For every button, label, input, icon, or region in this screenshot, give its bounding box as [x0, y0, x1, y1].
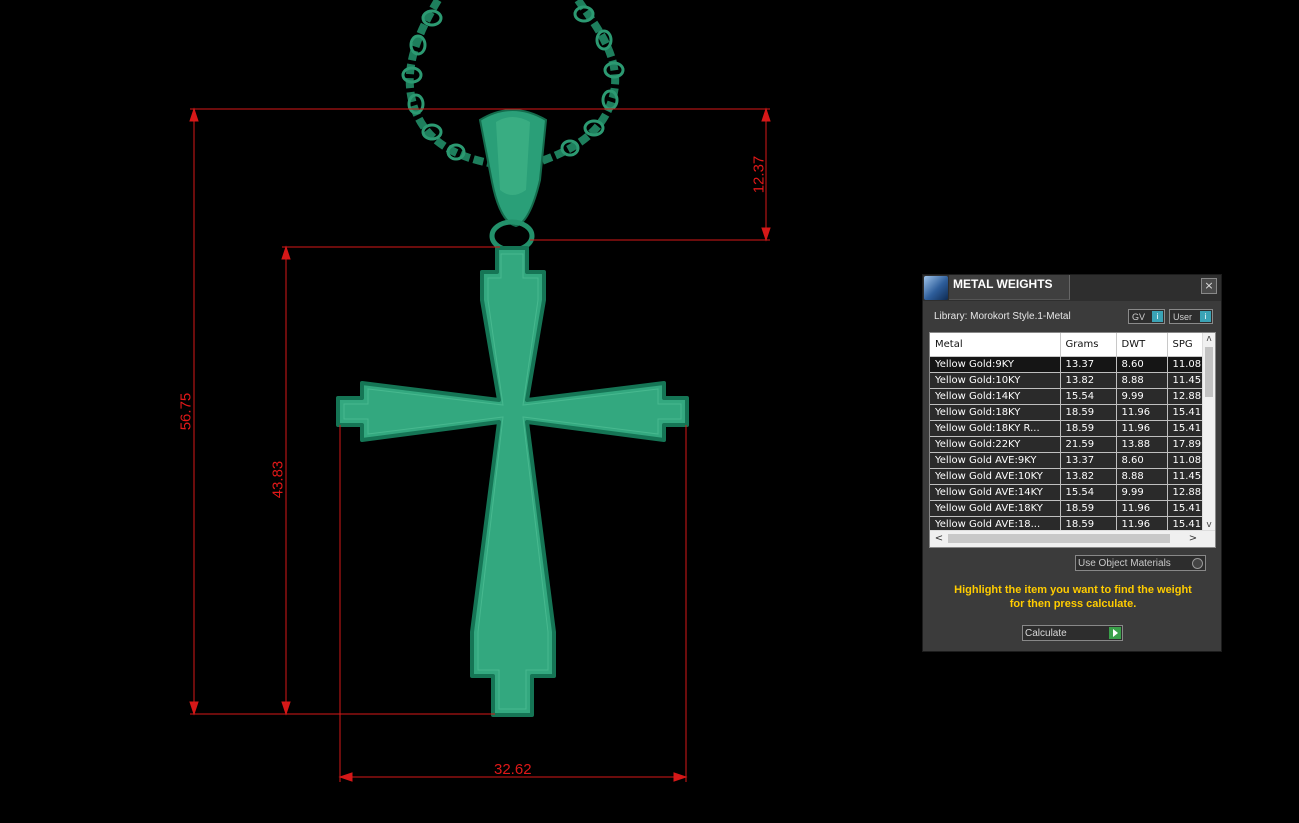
table-row[interactable]: Yellow Gold:14KY 15.54 9.99 12.88: [930, 388, 1208, 405]
metal-table-container: Metal Grams DWT SPG Yellow Gold:9KY 13.37…: [929, 332, 1216, 548]
table-row[interactable]: Yellow Gold:9KY 13.37 8.60 11.08: [930, 356, 1208, 373]
column-header-grams[interactable]: Grams: [1060, 333, 1117, 357]
app-logo-icon: [924, 276, 948, 300]
dwt-cell: 8.60: [1116, 452, 1168, 469]
gv-info-icon: i: [1152, 311, 1163, 322]
calculate-label: Calculate: [1025, 628, 1067, 639]
table-row[interactable]: Yellow Gold AVE:9KY 13.37 8.60 11.08: [930, 452, 1208, 469]
bail-height-label: 12.37: [750, 155, 768, 194]
gv-label: GV: [1132, 312, 1146, 322]
metal-cell: Yellow Gold:18KY: [930, 404, 1061, 421]
metal-cell: Yellow Gold:18KY R...: [930, 420, 1061, 437]
table-row[interactable]: Yellow Gold:10KY 13.82 8.88 11.45: [930, 372, 1208, 389]
spg-cell: 11.45: [1167, 468, 1208, 485]
dwt-cell: 9.99: [1116, 388, 1168, 405]
metal-cell: Yellow Gold:22KY: [930, 436, 1061, 453]
horizontal-scroll-thumb[interactable]: [948, 534, 1170, 543]
use-object-materials-label: Use Object Materials: [1078, 558, 1171, 569]
close-icon: ×: [1204, 279, 1214, 292]
table-row[interactable]: Yellow Gold AVE:18KY 18.59 11.96 15.41: [930, 500, 1208, 517]
dwt-cell: 8.88: [1116, 372, 1168, 389]
table-row[interactable]: Yellow Gold:18KY R... 18.59 11.96 15.41: [930, 420, 1208, 437]
table-row[interactable]: Yellow Gold:22KY 21.59 13.88 17.89: [930, 436, 1208, 453]
spg-cell: 11.45: [1167, 372, 1208, 389]
spg-cell: 15.41: [1167, 420, 1208, 437]
spg-cell: 15.41: [1167, 500, 1208, 517]
grams-cell: 13.82: [1060, 372, 1117, 389]
dwt-cell: 8.60: [1116, 356, 1168, 373]
dimension-lines: [189, 107, 771, 782]
cross-height-label: 43.83: [269, 460, 287, 499]
use-object-materials-option[interactable]: Use Object Materials: [1075, 555, 1206, 571]
width-label: 32.62: [494, 761, 532, 778]
cross-pendant: [336, 246, 689, 717]
table-horizontal-scrollbar[interactable]: < >: [930, 530, 1215, 547]
column-header-dwt[interactable]: DWT: [1116, 333, 1168, 357]
metal-cell: Yellow Gold:10KY: [930, 372, 1061, 389]
user-info-icon: i: [1200, 311, 1211, 322]
scroll-left-icon[interactable]: <: [932, 531, 946, 547]
grams-cell: 18.59: [1060, 420, 1117, 437]
metal-cell: Yellow Gold AVE:14KY: [930, 484, 1061, 501]
spg-cell: 15.41: [1167, 404, 1208, 421]
scroll-right-icon[interactable]: >: [1186, 531, 1200, 547]
instructions-line-1: Highlight the item you want to find the …: [954, 584, 1192, 596]
dwt-cell: 11.96: [1116, 404, 1168, 421]
dwt-cell: 13.88: [1116, 436, 1168, 453]
column-header-spg[interactable]: SPG: [1167, 333, 1208, 357]
grams-cell: 15.54: [1060, 484, 1117, 501]
metal-cell: Yellow Gold AVE:18KY: [930, 500, 1061, 517]
panel-titlebar[interactable]: METAL WEIGHTS ×: [923, 275, 1221, 301]
grams-cell: 21.59: [1060, 436, 1117, 453]
grams-cell: 18.59: [1060, 500, 1117, 517]
spg-cell: 12.88: [1167, 484, 1208, 501]
grams-cell: 13.82: [1060, 468, 1117, 485]
dwt-cell: 8.88: [1116, 468, 1168, 485]
library-label: Library: Morokort Style.1-Metal: [934, 311, 1071, 322]
table-row[interactable]: Yellow Gold:18KY 18.59 11.96 15.41: [930, 404, 1208, 421]
play-arrow-icon: [1109, 627, 1121, 639]
panel-title-tab: METAL WEIGHTS: [949, 275, 1070, 300]
instructions-text: Highlight the item you want to find the …: [933, 583, 1213, 611]
close-button[interactable]: ×: [1201, 278, 1217, 294]
dwt-cell: 9.99: [1116, 484, 1168, 501]
spg-cell: 11.08: [1167, 356, 1208, 373]
grams-cell: 15.54: [1060, 388, 1117, 405]
gv-toggle[interactable]: GV i: [1128, 309, 1165, 324]
total-height-label: 56.75: [177, 392, 195, 431]
grams-cell: 13.37: [1060, 356, 1117, 373]
metal-cell: Yellow Gold AVE:9KY: [930, 452, 1061, 469]
bail: [478, 109, 548, 253]
user-label: User: [1173, 312, 1193, 322]
dwt-cell: 11.96: [1116, 420, 1168, 437]
grams-cell: 13.37: [1060, 452, 1117, 469]
calculate-button[interactable]: Calculate: [1022, 625, 1123, 641]
column-header-metal[interactable]: Metal: [930, 333, 1061, 357]
spg-cell: 12.88: [1167, 388, 1208, 405]
metal-cell: Yellow Gold:9KY: [930, 356, 1061, 373]
table-row[interactable]: Yellow Gold AVE:14KY 15.54 9.99 12.88: [930, 484, 1208, 501]
metal-weights-panel: METAL WEIGHTS × Library: Morokort Style.…: [922, 274, 1222, 652]
radio-icon: [1192, 558, 1203, 569]
dwt-cell: 11.96: [1116, 500, 1168, 517]
user-toggle[interactable]: User i: [1169, 309, 1213, 324]
scroll-up-icon[interactable]: ʌ: [1203, 333, 1215, 345]
spg-cell: 17.89: [1167, 436, 1208, 453]
grams-cell: 18.59: [1060, 404, 1117, 421]
metal-table: Metal Grams DWT SPG Yellow Gold:9KY 13.37…: [930, 333, 1208, 533]
table-row[interactable]: Yellow Gold AVE:10KY 13.82 8.88 11.45: [930, 468, 1208, 485]
spg-cell: 11.08: [1167, 452, 1208, 469]
panel-title: METAL WEIGHTS: [953, 277, 1053, 291]
metal-cell: Yellow Gold AVE:10KY: [930, 468, 1061, 485]
table-header-row: Metal Grams DWT SPG: [930, 333, 1208, 357]
metal-cell: Yellow Gold:14KY: [930, 388, 1061, 405]
vertical-scroll-thumb[interactable]: [1205, 347, 1213, 397]
table-vertical-scrollbar[interactable]: ʌ v: [1202, 333, 1215, 531]
instructions-line-2: for then press calculate.: [1009, 598, 1137, 610]
